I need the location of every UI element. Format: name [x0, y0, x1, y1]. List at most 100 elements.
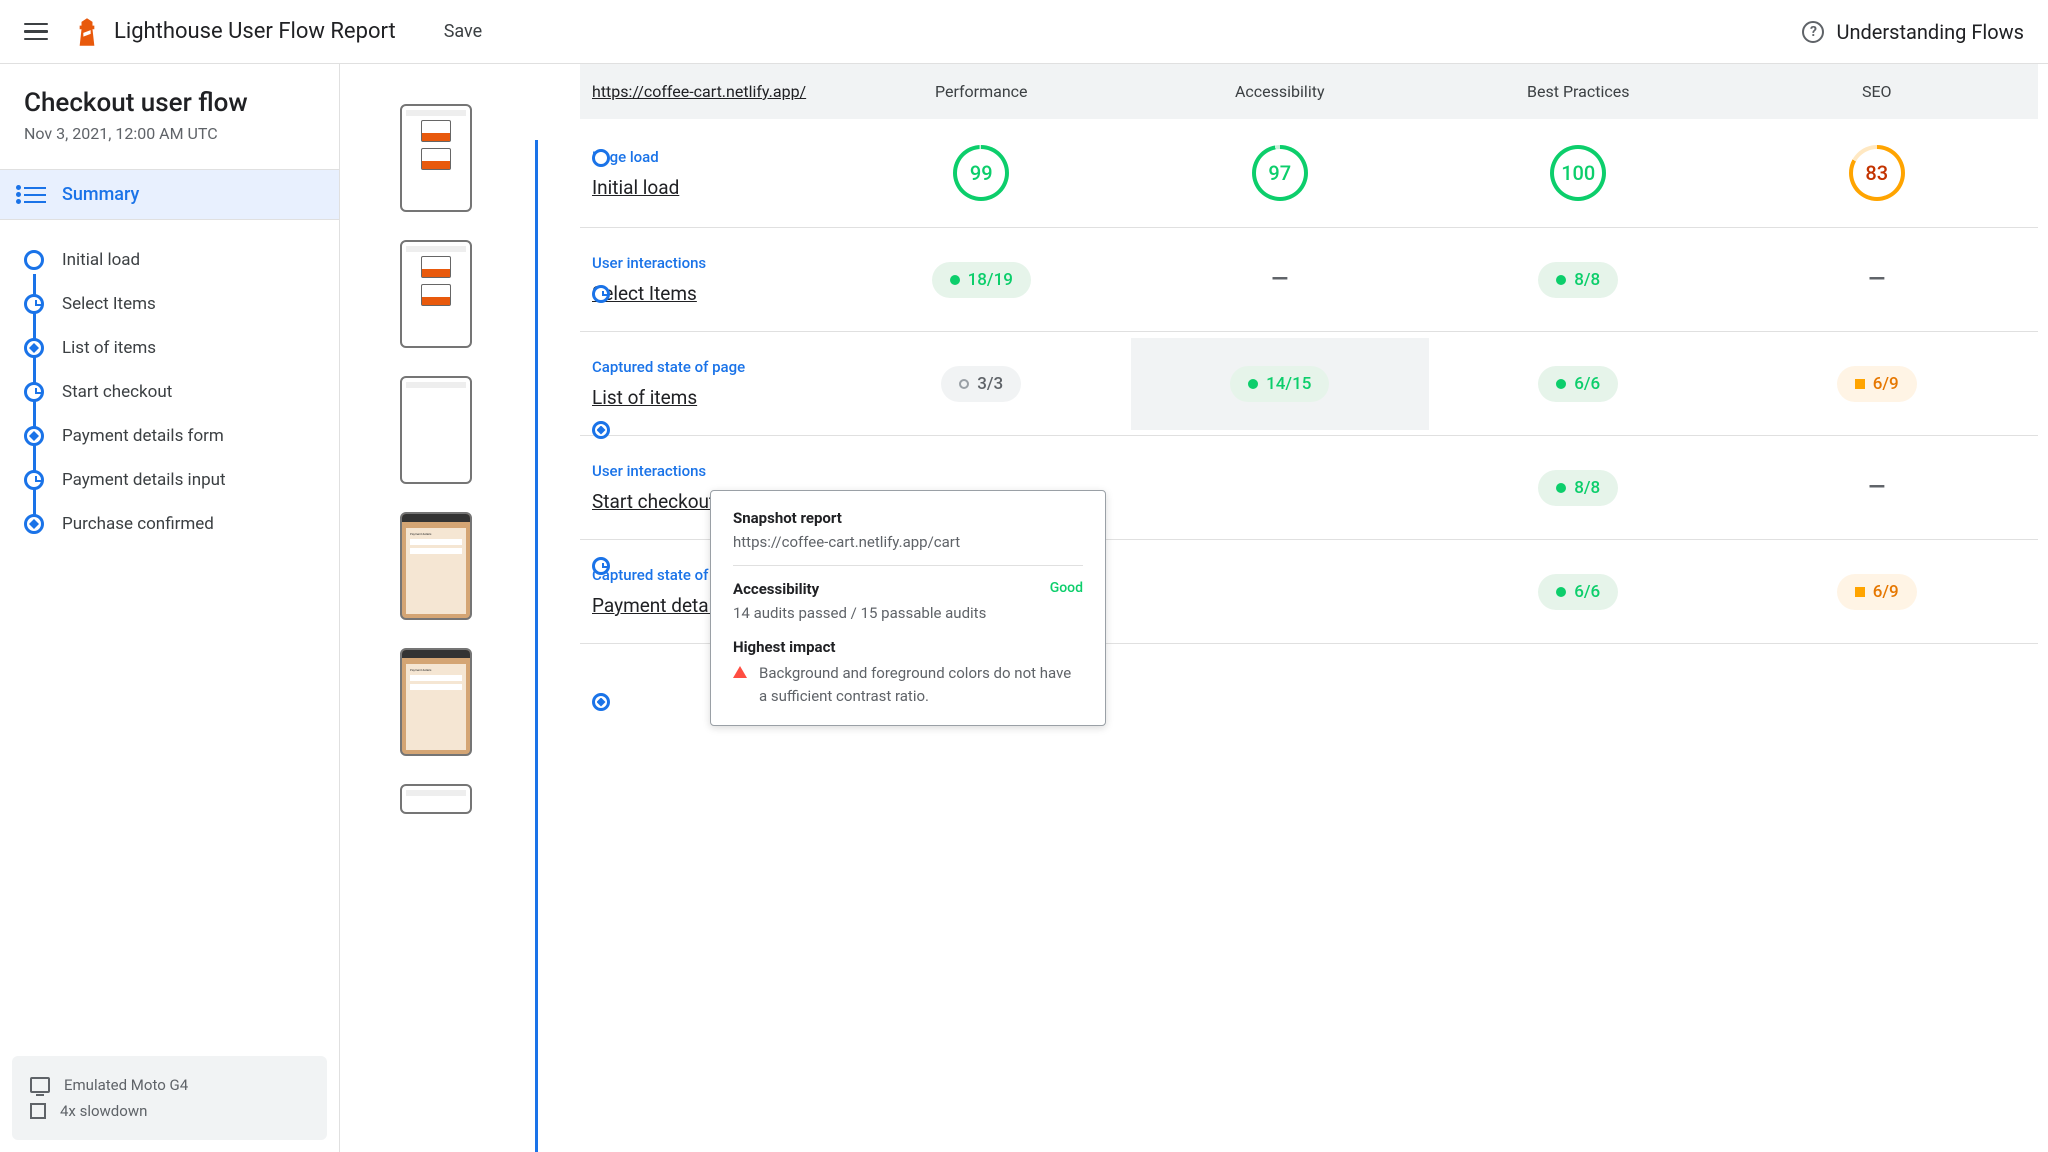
timeline-item[interactable]: Payment details — [400, 512, 560, 620]
score-cell[interactable]: — — [1728, 267, 2027, 292]
sidebar-step[interactable]: Payment details form — [24, 414, 323, 458]
timeline-item[interactable] — [400, 376, 560, 484]
score-cell[interactable]: 18/19 — [832, 262, 1131, 298]
score-cell[interactable]: 6/6 — [1429, 366, 1728, 402]
popup-url: https://coffee-cart.netlify.app/cart — [733, 533, 1083, 566]
gauge-score: 97 — [1252, 145, 1308, 201]
score-cell[interactable]: 6/6 — [1429, 574, 1728, 610]
aperture-marker-icon — [24, 426, 44, 446]
step-label: List of items — [62, 338, 156, 358]
status-indicator-icon — [1248, 379, 1258, 389]
clock-marker-icon — [24, 470, 44, 490]
popup-rating: Good — [1050, 580, 1083, 598]
row-name-link[interactable]: List of items — [592, 386, 832, 409]
status-indicator-icon — [950, 275, 960, 285]
score-cell[interactable]: 97 — [1131, 145, 1430, 201]
score-cell[interactable]: 99 — [832, 145, 1131, 201]
flow-date: Nov 3, 2021, 12:00 AM UTC — [0, 124, 339, 169]
flow-title: Checkout user flow — [0, 88, 339, 124]
pill-score: 6/6 — [1538, 574, 1618, 610]
col-best-practices: Best Practices — [1429, 82, 1728, 101]
dash-indicator: — — [1868, 267, 1885, 292]
score-cell[interactable]: 8/8 — [1429, 470, 1728, 506]
pill-score: 8/8 — [1538, 470, 1618, 506]
header-url[interactable]: https://coffee-cart.netlify.app/ — [592, 82, 832, 101]
status-indicator-icon — [1556, 483, 1566, 493]
screenshot-thumbnail — [400, 376, 472, 484]
row-type: User interactions — [592, 462, 832, 480]
sidebar: Checkout user flow Nov 3, 2021, 12:00 AM… — [0, 64, 340, 1152]
status-indicator-icon — [1855, 379, 1865, 389]
clock-marker-icon — [592, 285, 610, 303]
col-performance: Performance — [832, 82, 1131, 101]
timeline-item[interactable] — [400, 784, 560, 814]
step-label: Payment details input — [62, 470, 226, 490]
score-cell[interactable]: 6/9 — [1728, 574, 2027, 610]
help-icon[interactable]: ? — [1802, 21, 1824, 43]
status-indicator-icon — [1556, 587, 1566, 597]
sidebar-step[interactable]: Start checkout — [24, 370, 323, 414]
table-header: https://coffee-cart.netlify.app/ Perform… — [580, 64, 2038, 119]
timeline-item[interactable] — [400, 240, 560, 348]
status-indicator-icon — [959, 379, 969, 389]
sidebar-step[interactable]: Initial load — [24, 238, 323, 282]
save-button[interactable]: Save — [444, 21, 483, 42]
timeline-item[interactable] — [400, 104, 560, 212]
result-row: Page loadInitial load999710083 — [580, 119, 2038, 228]
clock-marker-icon — [24, 294, 44, 314]
pill-score: 18/19 — [932, 262, 1031, 298]
pill-score: 6/9 — [1837, 366, 1917, 402]
circle-marker-icon — [24, 250, 44, 270]
timeline-item[interactable]: Payment details — [400, 648, 560, 756]
aperture-marker-icon — [24, 338, 44, 358]
pill-score: 8/8 — [1538, 262, 1618, 298]
score-cell[interactable]: 3/3 — [832, 366, 1131, 402]
cpu-icon — [30, 1103, 46, 1119]
understanding-flows-link[interactable]: Understanding Flows — [1836, 20, 2024, 44]
clock-marker-icon — [24, 382, 44, 402]
aperture-marker-icon — [592, 421, 610, 439]
popup-impact-text: Background and foreground colors do not … — [759, 662, 1083, 707]
col-accessibility: Accessibility — [1131, 82, 1430, 101]
score-cell[interactable]: 83 — [1728, 145, 2027, 201]
step-label: Select Items — [62, 294, 156, 314]
popup-summary: 14 audits passed / 15 passable audits — [733, 604, 1083, 622]
screenshot-thumbnail — [400, 104, 472, 212]
popup-category: Accessibility — [733, 580, 819, 598]
row-name-link[interactable]: Initial load — [592, 176, 832, 199]
result-row: Captured state of page List of items3/3 14… — [580, 332, 2038, 436]
gauge-score: 99 — [953, 145, 1009, 201]
device-info: Emulated Moto G4 4x slowdown — [12, 1056, 327, 1140]
menu-icon[interactable] — [24, 20, 48, 44]
row-type: User interactions — [592, 254, 832, 272]
dash-indicator: — — [1868, 475, 1885, 500]
score-cell[interactable]: — — [1131, 267, 1430, 292]
warning-triangle-icon — [733, 666, 747, 678]
hover-popup: Snapshot report https://coffee-cart.netl… — [710, 490, 1106, 726]
score-cell[interactable]: 100 — [1429, 145, 1728, 201]
sidebar-step[interactable]: Purchase confirmed — [24, 502, 323, 546]
score-cell[interactable]: 8/8 — [1429, 262, 1728, 298]
sidebar-step[interactable]: List of items — [24, 326, 323, 370]
aperture-marker-icon — [24, 514, 44, 534]
result-row: User interactions Select Items 18/19 — 8/8 — — [580, 228, 2038, 332]
summary-label: Summary — [62, 184, 139, 205]
clock-marker-icon — [592, 557, 610, 575]
col-seo: SEO — [1728, 82, 2027, 101]
row-type: Captured state of page — [592, 358, 832, 376]
score-cell[interactable]: 6/9 — [1728, 366, 2027, 402]
timeline: Payment details Payment details — [340, 64, 580, 1152]
sidebar-step[interactable]: Payment details input — [24, 458, 323, 502]
screenshot-thumbnail — [400, 784, 472, 814]
row-name-link[interactable]: Select Items — [592, 282, 832, 305]
device-label: Emulated Moto G4 — [64, 1076, 188, 1094]
sidebar-summary[interactable]: Summary — [0, 169, 339, 220]
score-cell[interactable]: — — [1728, 475, 2027, 500]
score-cell[interactable]: 14/15 — [1131, 338, 1430, 430]
sidebar-step[interactable]: Select Items — [24, 282, 323, 326]
pill-score: 14/15 — [1230, 366, 1329, 402]
step-label: Initial load — [62, 250, 140, 270]
popup-impact-title: Highest impact — [733, 638, 1083, 656]
aperture-marker-icon — [592, 693, 610, 711]
list-icon — [24, 187, 46, 203]
